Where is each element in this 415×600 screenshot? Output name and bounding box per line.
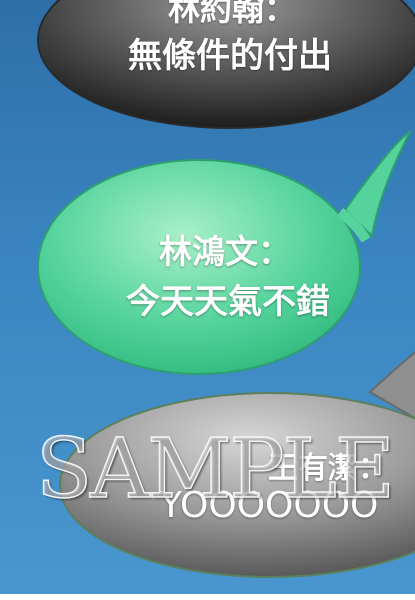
bubble-1-speaker: 林約翰： [167, 0, 296, 28]
bubble-2-message: 今天天氣不錯 [126, 282, 330, 322]
bubble-2-speaker: 林鴻文： [159, 232, 291, 271]
bubble-1-message: 無條件的付出 [128, 36, 332, 76]
page-bottom-edge [0, 594, 415, 600]
comic-panel: 林約翰： 無條件的付出 林鴻文： 今天天氣不錯 王有潔： YOOOOOOO SA… [0, 0, 415, 600]
sample-watermark: SAMPLE [35, 421, 395, 518]
